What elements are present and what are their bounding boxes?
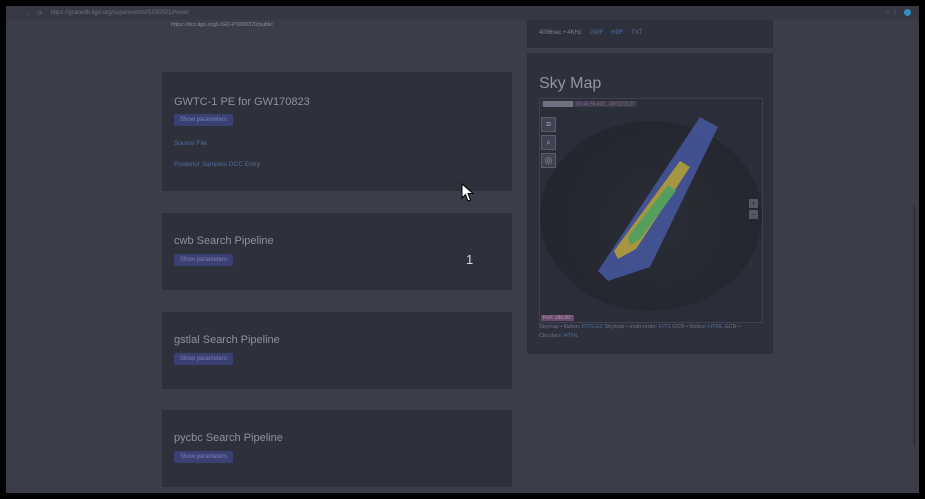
browser-nav-icons[interactable]: ← → ⟳ bbox=[14, 10, 44, 17]
source-file-link[interactable]: Source File bbox=[174, 140, 207, 147]
show-parameters-button[interactable]: Show parameters bbox=[174, 353, 234, 365]
browser-window: ← → ⟳ https://gracedb.ligo.org/supereven… bbox=[6, 6, 919, 493]
card-title: pycbc Search Pipeline bbox=[174, 432, 283, 444]
card-title: gstlal Search Pipeline bbox=[174, 334, 280, 346]
zoom-in-button[interactable]: + bbox=[749, 199, 758, 208]
sky-map-viewer[interactable]: 03:45:55.432, -08°23'11.8" ≡ ⌕ ◎ + − FoV… bbox=[539, 98, 763, 323]
gwf-link[interactable]: GWF bbox=[589, 30, 603, 36]
sky-map-card: Sky Map 03:45:55.432, -08°23'11.8" ≡ ⌕ ◎… bbox=[527, 53, 773, 354]
gcn-circulars-html-link[interactable]: HTML bbox=[564, 333, 579, 339]
show-parameters-button[interactable]: Show parameters bbox=[174, 451, 234, 463]
target-icon[interactable]: ◎ bbox=[541, 153, 556, 168]
posterior-samples-link[interactable]: Posterior Samples DCC Entry bbox=[174, 161, 260, 168]
strain-row: 4096sec • 4KHz GWF HDF TXT bbox=[539, 30, 643, 36]
profile-avatar[interactable] bbox=[904, 9, 911, 16]
fits-gz-link[interactable]: FITS.GZ bbox=[582, 324, 603, 330]
show-parameters-button[interactable]: Show parameters bbox=[174, 254, 234, 266]
card-gwtc1-pe: GWTC-1 PE for GW170823 Show parameters S… bbox=[162, 72, 512, 191]
browser-toolbar-right: ☆ ⋮ bbox=[885, 9, 911, 16]
search-icon[interactable]: ⌕ bbox=[541, 135, 556, 150]
hdf-link[interactable]: HDF bbox=[611, 30, 623, 36]
bookmark-star-icon[interactable]: ☆ ⋮ bbox=[885, 9, 898, 16]
layers-icon[interactable]: ≡ bbox=[541, 117, 556, 132]
step-number-overlay: 1 bbox=[466, 252, 474, 267]
mouse-cursor-icon bbox=[461, 183, 475, 202]
txt-link[interactable]: TXT bbox=[631, 30, 642, 36]
zoom-out-button[interactable]: − bbox=[749, 210, 758, 219]
card-title: cwb Search Pipeline bbox=[174, 235, 274, 247]
card-pycbc-pipeline: pycbc Search Pipeline Show parameters bbox=[162, 410, 512, 487]
skymap-probability-band bbox=[598, 117, 718, 281]
coordinate-readout: 03:45:55.432, -08°23'11.8" bbox=[541, 101, 637, 108]
page-scrollbar[interactable] bbox=[913, 206, 916, 446]
browser-toolbar: ← → ⟳ https://gracedb.ligo.org/supereven… bbox=[6, 6, 919, 20]
fits-link[interactable]: FITS bbox=[659, 324, 671, 330]
gcn-notice-html-link[interactable]: HTML bbox=[708, 324, 723, 330]
strain-data-card: 4096sec • 4KHz GWF HDF TXT bbox=[527, 20, 773, 48]
show-parameters-button[interactable]: Show parameters bbox=[174, 114, 234, 126]
card-cwb-pipeline: cwb Search Pipeline Show parameters bbox=[162, 213, 512, 290]
fov-readout: FoV: 180.00° bbox=[541, 315, 575, 321]
top-reference-url[interactable]: https://dcc.ligo.org/LIGO-P1800370/publi… bbox=[171, 22, 273, 28]
address-bar[interactable]: https://gracedb.ligo.org/superevents/S19… bbox=[50, 10, 188, 16]
strain-rate-text: 4096sec • 4KHz bbox=[539, 30, 582, 36]
sky-map-downloads: Skymap • flatten: FITS.GZ Skymap • multi… bbox=[539, 324, 741, 339]
card-title: GWTC-1 PE for GW170823 bbox=[174, 96, 310, 108]
sky-map-title: Sky Map bbox=[539, 75, 602, 92]
card-gstlal-pipeline: gstlal Search Pipeline Show parameters bbox=[162, 312, 512, 389]
